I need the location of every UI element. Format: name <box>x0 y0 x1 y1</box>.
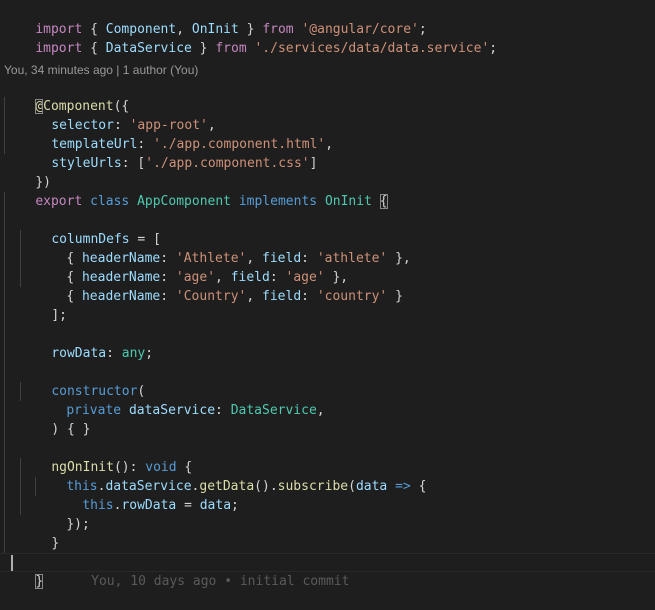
comma: , <box>316 403 325 418</box>
keyword-implements: implements <box>238 194 318 209</box>
param-name: dataService <box>128 403 216 418</box>
code-line-column-country[interactable]: { headerName: 'Country', field: 'country… <box>35 268 403 304</box>
semicolon: ; <box>231 498 239 513</box>
code-line-class-close[interactable]: } You, 10 days ago • initial commit <box>4 553 349 589</box>
string-value: 'Country' <box>175 289 247 304</box>
comma: , <box>246 289 263 304</box>
function-name: subscribe <box>277 479 349 494</box>
git-blame-annotation: You, 10 days ago • initial commit <box>91 574 350 589</box>
code-line-assign[interactable]: this.rowData = data; <box>51 477 239 513</box>
assign: = <box>176 498 200 513</box>
string-value: 'country' <box>316 289 388 304</box>
property-key: styleUrls <box>51 156 122 171</box>
code-line-subscribe[interactable]: this.dataService.getData().subscribe(dat… <box>35 458 426 494</box>
code-line-column-age[interactable]: { headerName: 'age', field: 'age' }, <box>35 249 348 285</box>
keyword-export: export <box>35 194 83 209</box>
brace: } <box>191 41 216 56</box>
code-line-constructor-close[interactable]: ) { } <box>20 401 90 437</box>
colon: : <box>215 403 231 418</box>
git-codelens[interactable]: You, 34 minutes ago | 1 author (You) <box>4 62 198 78</box>
colon: : <box>160 289 176 304</box>
code-line-ngoninit[interactable]: ngOnInit(): void { <box>20 439 192 475</box>
brace: }, <box>387 251 411 266</box>
brace-close: } <box>51 536 60 551</box>
code-line-column-defs[interactable]: columnDefs = [ <box>20 211 161 247</box>
code-line-method-close[interactable]: } <box>20 515 59 551</box>
property-name: rowData <box>121 498 177 513</box>
keyword-from: from <box>215 41 247 56</box>
brace: { <box>82 41 106 56</box>
code-line-constructor-param[interactable]: private dataService: DataService, <box>35 382 324 418</box>
interface-name: OnInit <box>324 194 372 209</box>
key: headerName <box>81 289 161 304</box>
type-name: DataService <box>230 403 317 418</box>
code-line-class[interactable]: export class AppComponent implements OnI… <box>4 173 388 209</box>
code-line-selector[interactable]: selector: 'app-root', <box>20 97 215 133</box>
code-editor[interactable]: import { Component, OnInit } from '@angu… <box>0 0 655 597</box>
class-name: AppComponent <box>137 194 231 209</box>
paren: ( <box>348 479 356 494</box>
semicolon: ; <box>489 41 498 56</box>
variable: data <box>199 498 232 513</box>
colon: : <box>106 346 122 361</box>
brace-close-matched: } <box>35 574 44 589</box>
colon: : <box>301 289 317 304</box>
brace-open-matched: { <box>379 194 388 209</box>
code-line-decorator-close[interactable]: }) <box>4 154 51 190</box>
keyword-class: class <box>90 194 130 209</box>
code-line-column-defs-close[interactable]: ]; <box>20 287 67 323</box>
string-value: './app.component.css' <box>145 156 310 171</box>
code-line-import-service[interactable]: import { DataService } from './services/… <box>4 20 497 56</box>
semicolon: ; <box>145 346 154 361</box>
code-line-row-data[interactable]: rowData: any; <box>20 325 153 361</box>
indent-guide <box>4 192 5 554</box>
text-cursor <box>11 555 13 571</box>
property-name: rowData <box>51 346 107 361</box>
code-line-style-urls[interactable]: styleUrls: ['./app.component.css'] <box>20 135 317 171</box>
brace-close: }); <box>66 517 90 532</box>
type-name: any <box>121 346 146 361</box>
code-line-column-athlete[interactable]: { headerName: 'Athlete', field: 'athlete… <box>35 230 410 266</box>
code-line-decorator[interactable]: @Component({ <box>4 78 129 114</box>
colon: : [ <box>121 156 146 171</box>
code-line-template-url[interactable]: templateUrl: './app.component.html', <box>20 116 333 152</box>
keyword-import: import <box>35 41 83 56</box>
param-name: data <box>355 479 388 494</box>
brace: } <box>387 289 403 304</box>
module-string: './services/data/data.service' <box>254 41 490 56</box>
brace: { <box>418 479 427 494</box>
key: field <box>262 289 302 304</box>
arrow: => <box>387 479 419 494</box>
comma: , <box>325 137 334 152</box>
bracket: ] <box>309 156 318 171</box>
code-line-import-component[interactable]: import { Component, OnInit } from '@angu… <box>4 1 426 37</box>
call: (). <box>254 479 278 494</box>
code-line-constructor[interactable]: constructor( <box>20 363 145 399</box>
import-name: DataService <box>105 41 192 56</box>
code-line-subscribe-close[interactable]: }); <box>35 496 89 532</box>
constructor-body: ) { } <box>51 422 91 437</box>
brace: { <box>66 289 82 304</box>
bracket-close: ]; <box>51 308 67 323</box>
